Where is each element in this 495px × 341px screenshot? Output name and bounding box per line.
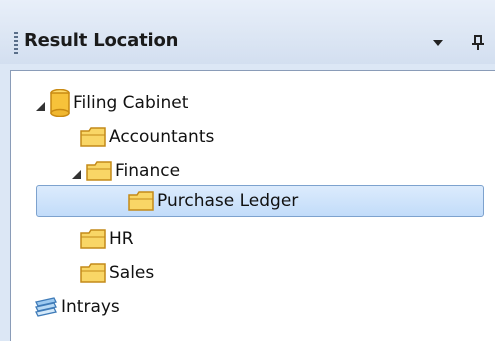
tree-item-label: Intrays <box>61 297 120 317</box>
pin-icon <box>472 35 484 50</box>
expanded-triangle-icon[interactable] <box>70 165 82 179</box>
tree-item-label: Purchase Ledger <box>157 191 299 211</box>
panel-menu-button[interactable] <box>430 34 446 50</box>
folder-icon <box>128 190 154 212</box>
tree-item-label: Finance <box>115 161 181 181</box>
tree-item-label: Accountants <box>109 127 215 147</box>
folder-icon <box>80 262 106 284</box>
tree-item-sales[interactable]: Sales <box>80 256 154 290</box>
folder-icon <box>86 160 112 182</box>
cylinder-icon <box>50 89 70 117</box>
tree-item-purchase-ledger[interactable]: Purchase Ledger <box>128 184 298 218</box>
tree-item-accountants[interactable]: Accountants <box>80 120 214 154</box>
expanded-triangle-icon[interactable] <box>34 97 46 111</box>
tree-item-label: Sales <box>109 263 155 283</box>
chevron-down-icon <box>433 40 443 46</box>
panel-header: Result Location <box>0 0 495 64</box>
panel-title: Result Location <box>24 30 179 51</box>
tree-item-label: Filing Cabinet <box>73 93 189 113</box>
tree-item-label: HR <box>109 229 134 249</box>
tree-item-filing-cabinet[interactable]: Filing Cabinet <box>34 86 188 120</box>
folder-icon <box>80 228 106 250</box>
pin-button[interactable] <box>468 30 488 54</box>
intrays-icon <box>34 296 58 318</box>
tree-item-intrays[interactable]: Intrays <box>34 290 120 324</box>
tree-item-hr[interactable]: HR <box>80 222 134 256</box>
folder-icon <box>80 126 106 148</box>
drag-grip[interactable] <box>14 32 18 56</box>
tree-item-finance[interactable]: Finance <box>70 154 180 188</box>
